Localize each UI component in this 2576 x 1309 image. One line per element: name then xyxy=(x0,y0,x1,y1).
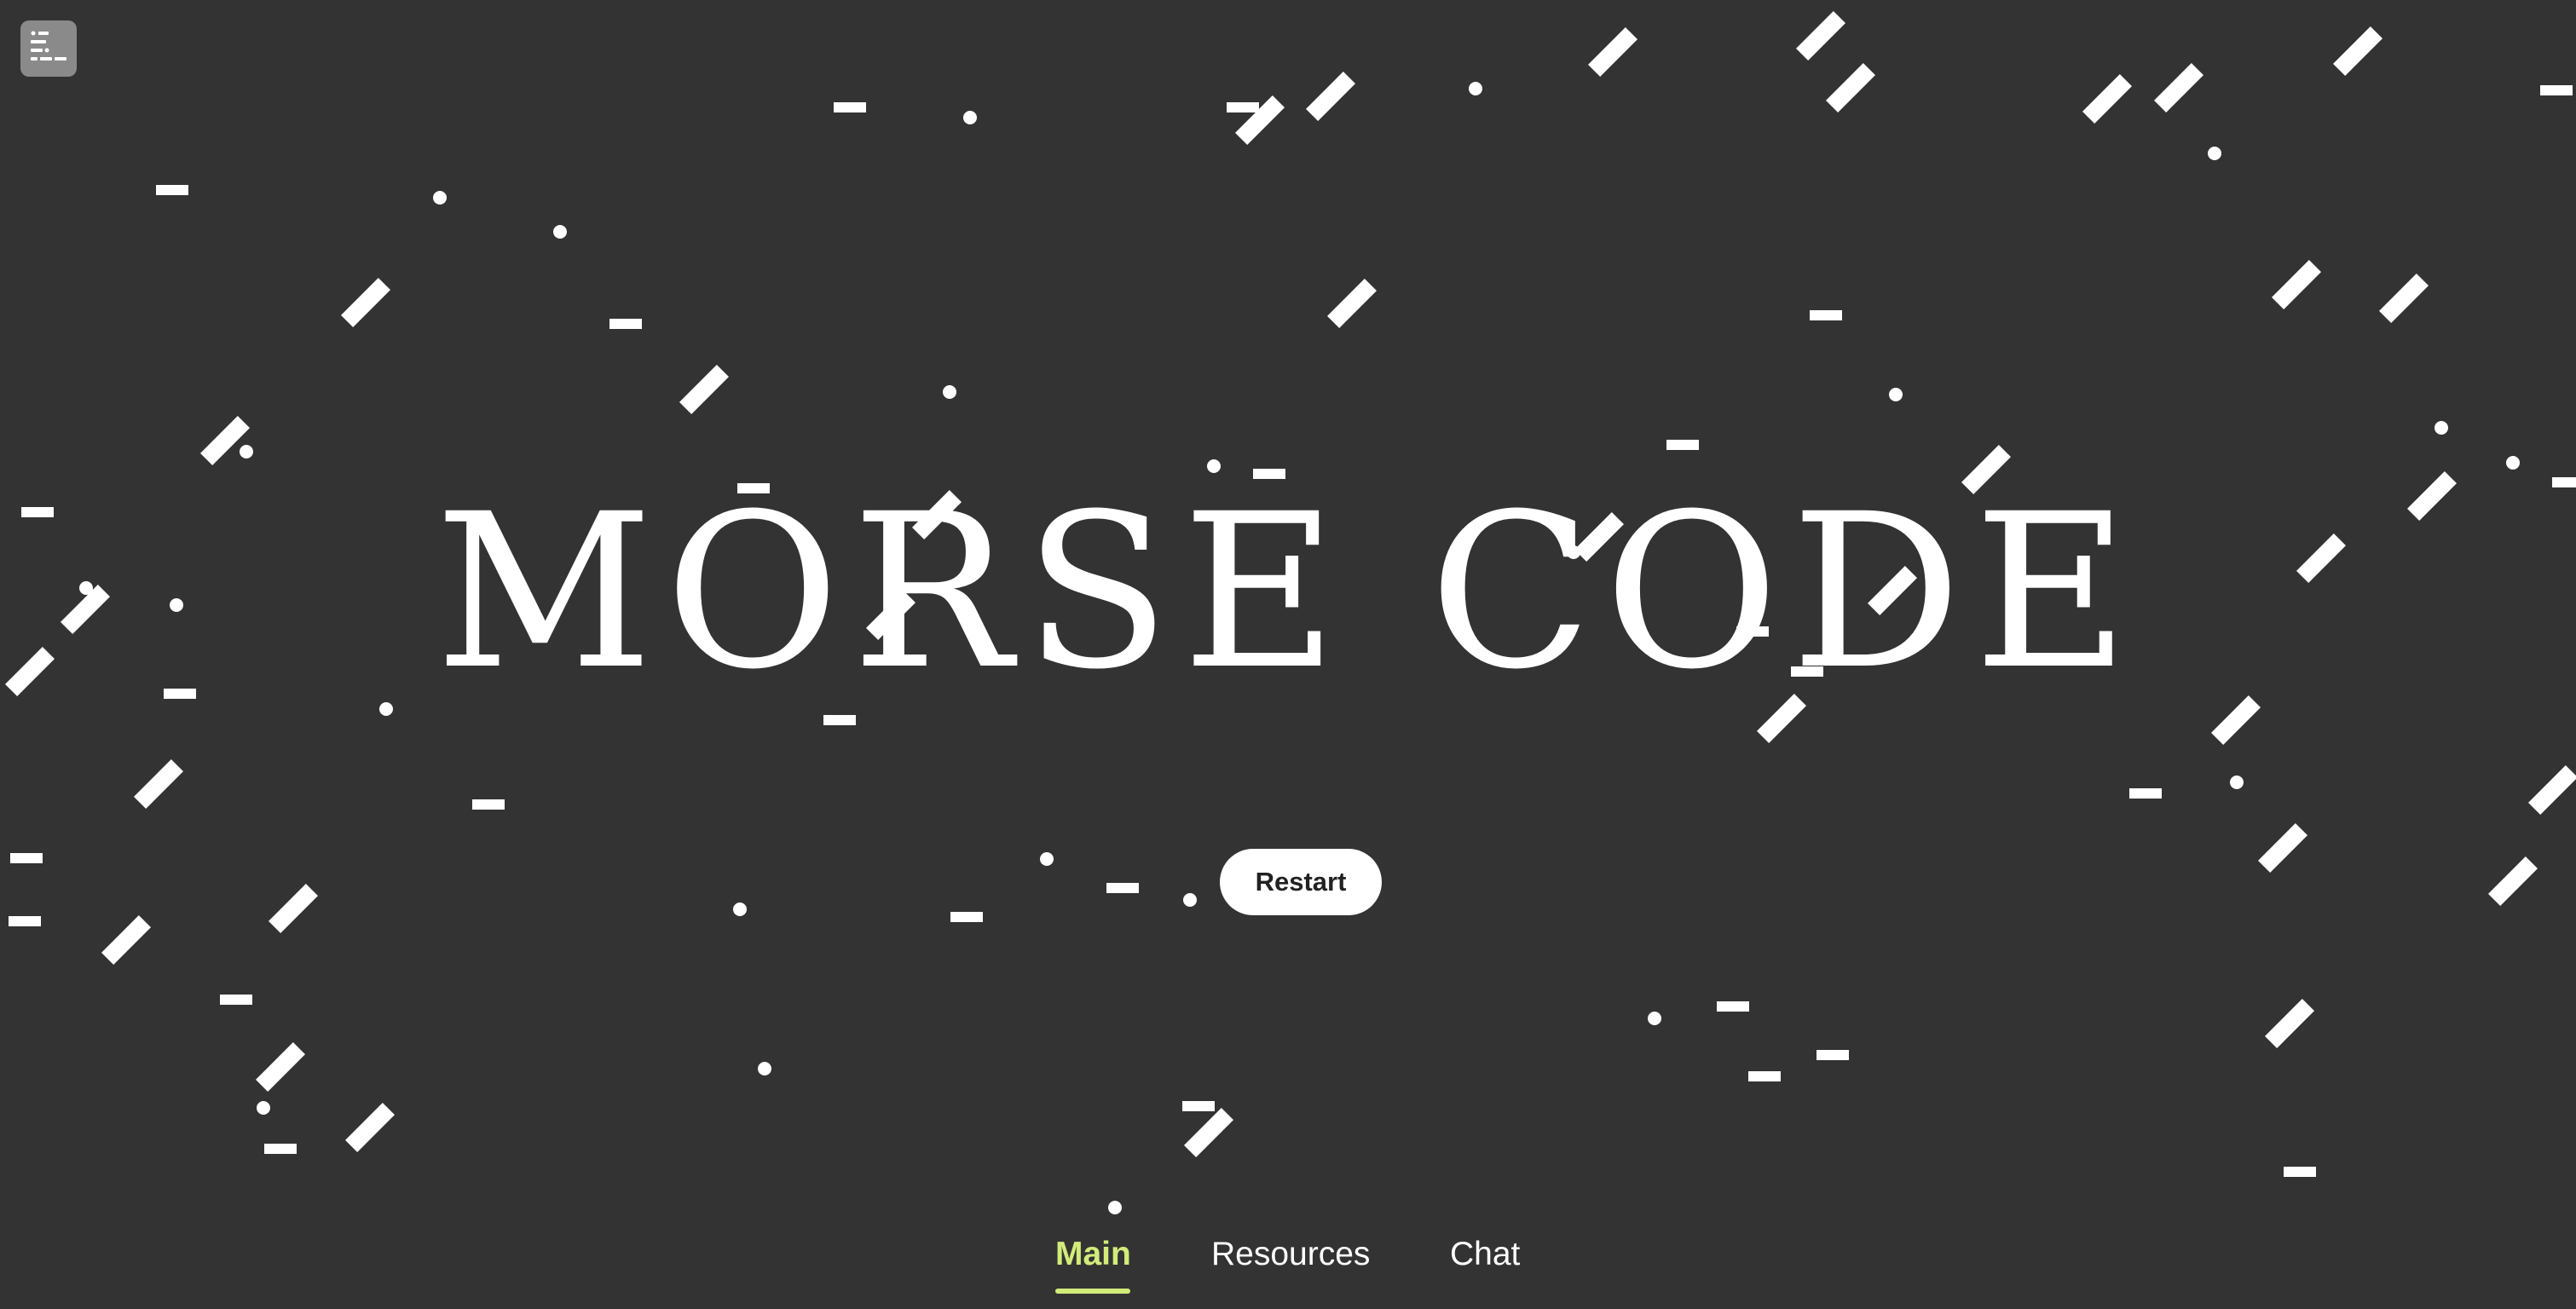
morse-slash-particle xyxy=(2272,260,2321,309)
morse-slash-particle xyxy=(1826,63,1875,112)
tab-main[interactable]: Main xyxy=(1055,1234,1131,1275)
morse-dot-particle xyxy=(733,902,747,916)
morse-slash-particle xyxy=(1306,72,1355,121)
morse-dash-particle xyxy=(609,319,642,329)
morse-slash-particle xyxy=(2258,823,2307,873)
morse-dot-particle xyxy=(2230,776,2244,789)
morse-dot-particle xyxy=(1108,1201,1122,1214)
morse-slash-particle xyxy=(345,1103,395,1152)
morse-dash-particle xyxy=(950,912,983,922)
morse-dash-particle xyxy=(1106,883,1139,893)
morse-dash-particle xyxy=(1666,440,1699,450)
morse-dot-particle xyxy=(433,191,447,205)
morse-dash-particle xyxy=(1816,1050,1849,1060)
morse-dot-particle xyxy=(758,1062,771,1075)
morse-dash-particle xyxy=(10,853,43,863)
morse-slash-particle xyxy=(134,759,183,809)
tab-chat[interactable]: Chat xyxy=(1450,1234,1520,1275)
morse-dot-particle xyxy=(257,1101,270,1115)
bottom-nav: Main Resources Chat xyxy=(0,1234,2576,1302)
morse-dot-particle xyxy=(1183,893,1197,907)
morse-dot-particle xyxy=(1040,852,1054,866)
morse-dash-particle xyxy=(156,185,188,195)
morse-dot-particle xyxy=(963,111,977,124)
menu-button[interactable] xyxy=(20,20,77,77)
morse-dash-particle xyxy=(9,916,41,926)
morse-dash-particle xyxy=(2129,788,2162,799)
morse-dot-particle xyxy=(1648,1012,1661,1025)
morse-dot-particle xyxy=(553,225,567,239)
morse-slash-particle xyxy=(2488,856,2538,906)
morse-slash-particle xyxy=(1327,279,1377,328)
morse-dash-particle xyxy=(2284,1167,2316,1177)
morse-slash-particle xyxy=(1184,1108,1233,1157)
restart-button[interactable]: Restart xyxy=(1220,849,1382,915)
morse-dash-particle xyxy=(823,715,856,725)
morse-slash-particle xyxy=(200,416,250,465)
morse-slash-particle xyxy=(2154,63,2203,112)
morse-slash-particle xyxy=(269,884,318,933)
morse-slash-particle xyxy=(1588,27,1637,77)
morse-dash-particle xyxy=(220,995,252,1005)
morse-slash-particle xyxy=(679,365,729,414)
morse-slash-particle xyxy=(2265,999,2314,1048)
tab-resources[interactable]: Resources xyxy=(1211,1234,1370,1275)
morse-dash-particle xyxy=(834,102,866,112)
morse-dot-particle xyxy=(2208,147,2221,160)
morse-dash-particle xyxy=(1182,1101,1215,1111)
morse-slash-particle xyxy=(1796,11,1845,61)
morse-dash-particle xyxy=(2540,85,2573,95)
morse-dash-particle xyxy=(1748,1071,1781,1081)
page-title: MORSE CODE xyxy=(435,468,2141,716)
list-icon xyxy=(31,31,66,61)
morse-dot-particle xyxy=(1889,388,1903,401)
morse-dash-particle xyxy=(1810,310,1842,320)
morse-dash-particle xyxy=(1227,102,1259,112)
morse-slash-particle xyxy=(2082,74,2132,124)
active-tab-indicator xyxy=(1055,1289,1130,1294)
morse-dash-particle xyxy=(472,799,505,810)
morse-dot-particle xyxy=(1469,82,1482,95)
morse-dot-particle xyxy=(943,385,956,399)
morse-slash-particle xyxy=(2333,26,2383,76)
morse-slash-particle xyxy=(2379,274,2429,323)
morse-dot-particle xyxy=(2434,421,2448,435)
morse-slash-particle xyxy=(101,915,151,965)
morse-dot-particle xyxy=(240,445,253,458)
morse-dash-particle xyxy=(1717,1001,1749,1012)
morse-dot-particle xyxy=(2506,456,2520,470)
morse-dash-particle xyxy=(264,1144,297,1154)
morse-slash-particle xyxy=(2528,765,2576,815)
morse-slash-particle xyxy=(256,1042,305,1092)
morse-slash-particle xyxy=(341,278,390,327)
